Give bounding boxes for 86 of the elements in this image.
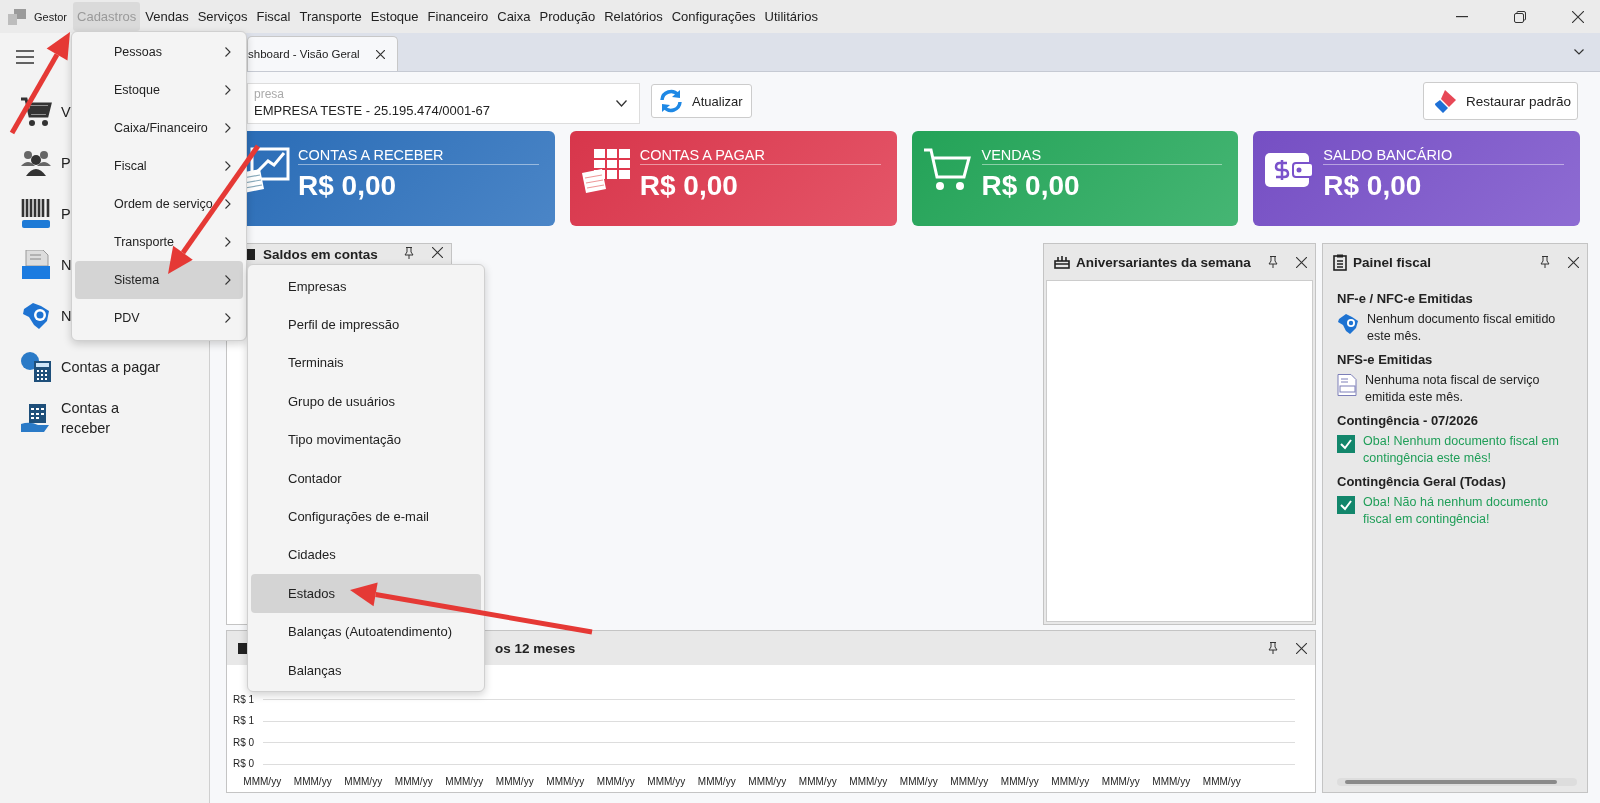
status-message: Oba! Não há nenhum documento fiscal em contingência! — [1363, 494, 1549, 528]
menu-item[interactable]: Transporte — [75, 223, 243, 261]
menu-item[interactable]: PDV — [75, 299, 243, 337]
section-heading: NFS-e Emitidas — [1337, 351, 1434, 369]
axis-label: R$ 0 — [233, 736, 256, 749]
card-title: VENDAS — [981, 147, 1223, 165]
menu-item[interactable]: Estoque — [366, 2, 423, 31]
card-value: R$ 0,00 — [298, 170, 398, 202]
menu-item[interactable]: Grupo de usuários — [251, 382, 481, 421]
panel-title: Aniversariantes da semana — [1076, 254, 1251, 270]
panel-title: Painel fiscal — [1353, 254, 1432, 270]
sidebar-item[interactable]: Contas a receber — [61, 397, 167, 438]
menu-item[interactable]: Serviços — [193, 2, 252, 31]
axis-label: MMM/yy — [494, 776, 535, 788]
axis-label: MMM/yy — [1050, 776, 1091, 788]
panel-title: Saldos em contas — [263, 247, 378, 262]
axis-label: MMM/yy — [545, 776, 586, 788]
axis-label: R$ 0 — [233, 758, 256, 771]
sidebar-item[interactable]: Contas a pagar — [61, 356, 161, 377]
axis-label: MMM/yy — [898, 776, 939, 788]
menu-item[interactable]: Cidades — [251, 535, 481, 575]
axis-label: MMM/yy — [393, 776, 434, 788]
menu-item[interactable]: Caixa/Financeiro — [75, 109, 243, 147]
menu-item[interactable]: Contador — [251, 458, 481, 498]
menu-item[interactable]: Sistema — [75, 261, 243, 299]
axis-label: MMM/yy — [595, 776, 636, 788]
menu-item[interactable]: Fiscal — [75, 147, 243, 185]
sidebar-item[interactable]: V — [61, 101, 71, 122]
sidebar-item[interactable]: N — [61, 305, 72, 326]
menu-item[interactable]: Perfil de impressão — [251, 305, 481, 344]
status-message: Nenhum documento fiscal emitido este mês. — [1367, 311, 1557, 345]
sidebar-item[interactable]: P — [61, 203, 71, 224]
menu-item[interactable]: Terminais — [251, 343, 481, 383]
card-title: CONTAS A RECEBER — [298, 147, 539, 165]
panel-title: os 12 meses — [495, 640, 576, 656]
axis-label: MMM/yy — [242, 776, 283, 788]
axis-label: MMM/yy — [444, 776, 485, 788]
axis-label: R$ 1 — [233, 715, 256, 728]
menu-item[interactable]: Vendas — [141, 2, 193, 31]
sidebar-item[interactable]: P — [61, 152, 71, 173]
card-value: R$ 0,00 — [981, 170, 1081, 202]
axis-label: MMM/yy — [292, 776, 333, 788]
menu-item[interactable]: Empresas — [251, 267, 481, 306]
status-message: Oba! Nenhum documento fiscal em contingência este mês! — [1363, 433, 1560, 467]
section-heading: Contingência Geral (Todas) — [1337, 473, 1507, 491]
status-message: Nenhuma nota fiscal de serviço emitida este mês. — [1365, 372, 1541, 406]
sidebar-item[interactable]: N — [61, 254, 72, 275]
section-heading: NF-e / NFC-e Emitidas — [1337, 290, 1474, 308]
menu-item[interactable]: Balanças — [251, 650, 481, 690]
tab[interactable]: shboard - Visão Geral — [247, 36, 398, 71]
card-title: SALDO BANCÁRIO — [1323, 147, 1564, 165]
card-value: R$ 0,00 — [1323, 170, 1423, 202]
menu-item[interactable]: Produção — [535, 2, 600, 31]
menu-item[interactable]: Estados — [251, 574, 481, 613]
section-heading: Contingência - 07/2026 — [1337, 412, 1479, 430]
menu-item[interactable]: Financeiro — [423, 2, 493, 31]
axis-label: MMM/yy — [747, 776, 788, 788]
menu-item[interactable]: Caixa — [493, 2, 535, 31]
menu-item[interactable]: Configurações de e-mail — [251, 497, 481, 536]
axis-label: MMM/yy — [696, 776, 737, 788]
card-title: CONTAS A PAGAR — [639, 147, 881, 165]
axis-label: R$ 1 — [233, 693, 256, 706]
menu-item[interactable]: Tipo movimentação — [251, 420, 481, 459]
menu-item[interactable]: Fiscal — [252, 2, 295, 31]
axis-label: MMM/yy — [646, 776, 687, 788]
menu-item[interactable]: Estoque — [75, 71, 243, 109]
axis-label: MMM/yy — [999, 776, 1040, 788]
axis-label: MMM/yy — [1201, 776, 1242, 788]
axis-label: MMM/yy — [343, 776, 384, 788]
axis-label: MMM/yy — [797, 776, 838, 788]
menu-item[interactable]: Configurações — [667, 2, 760, 31]
menu-item[interactable]: Utilitários — [760, 2, 822, 31]
restore-defaults-button[interactable]: Restaurar padrão — [1422, 82, 1578, 120]
refresh-button[interactable]: Atualizar — [651, 84, 752, 118]
menu-item[interactable]: Pessoas — [75, 33, 243, 71]
axis-label: MMM/yy — [949, 776, 990, 788]
menu-item[interactable]: Transporte — [295, 2, 366, 31]
axis-label: MMM/yy — [1100, 776, 1141, 788]
menu-item[interactable]: Relatórios — [600, 2, 667, 31]
card-value: R$ 0,00 — [639, 170, 739, 202]
app-name: Gestor — [34, 10, 67, 23]
company-select[interactable]: presa EMPRESA TESTE - 25.195.474/0001-67 — [247, 82, 640, 124]
menu-item[interactable]: Ordem de serviço — [75, 185, 243, 223]
axis-label: MMM/yy — [1151, 776, 1192, 788]
axis-label: MMM/yy — [848, 776, 889, 788]
menu-item[interactable]: Balanças (Autoatendimento) — [251, 612, 481, 651]
